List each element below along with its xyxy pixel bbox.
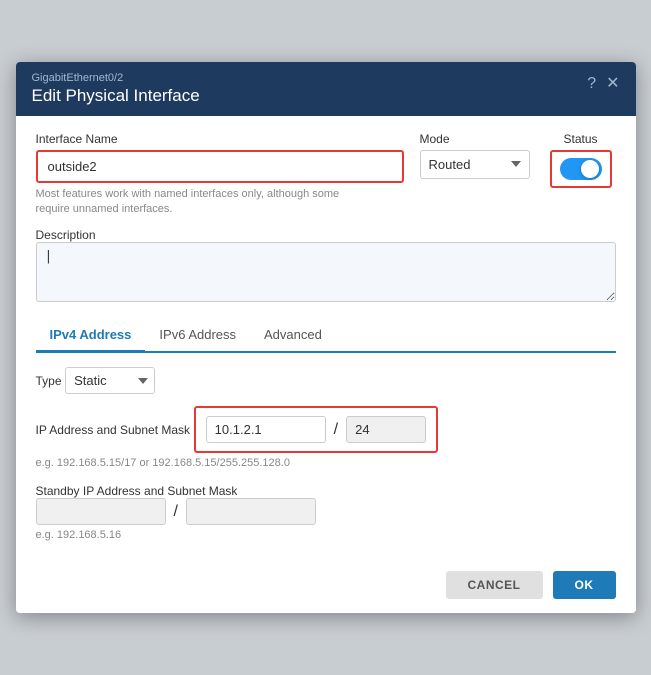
tab-content: Type Static DHCP PPPoE IP Address and Su… (36, 353, 616, 541)
cancel-button[interactable]: CANCEL (446, 571, 543, 599)
edit-physical-interface-dialog: GigabitEthernet0/2 Edit Physical Interfa… (16, 62, 636, 614)
type-label: Type (36, 374, 62, 388)
status-label: Status (563, 132, 597, 146)
description-label: Description (36, 228, 96, 242)
ip-address-section: IP Address and Subnet Mask / e.g. 192.16… (36, 406, 616, 469)
interface-name-hint: Most features work with named interfaces… (36, 187, 356, 218)
top-row: Interface Name Most features work with n… (36, 132, 616, 218)
tab-ipv4-address[interactable]: IPv4 Address (36, 319, 146, 353)
ip-hint: e.g. 192.168.5.15/17 or 192.168.5.15/255… (36, 457, 616, 469)
interface-name-group: Interface Name Most features work with n… (36, 132, 404, 218)
ok-button[interactable]: OK (553, 571, 616, 599)
mode-group: Mode Routed Passive Inline Tap Inline Pa… (420, 132, 530, 179)
ip-address-input[interactable] (206, 416, 326, 443)
tab-advanced[interactable]: Advanced (250, 319, 336, 353)
ip-fields-box: / (194, 406, 438, 453)
interface-name-input[interactable] (38, 152, 402, 181)
mode-label: Mode (420, 132, 530, 146)
tabs-section: IPv4 Address IPv6 Address Advanced (36, 319, 616, 353)
standby-hint: e.g. 192.168.5.16 (36, 529, 616, 541)
dialog-header-icons: ? ✕ (587, 76, 619, 92)
toggle-slider (560, 158, 602, 180)
ip-address-label: IP Address and Subnet Mask (36, 423, 191, 437)
standby-label: Standby IP Address and Subnet Mask (36, 484, 238, 498)
interface-name-label: Interface Name (36, 132, 404, 146)
dialog-title: Edit Physical Interface (32, 86, 200, 106)
type-select[interactable]: Static DHCP PPPoE (65, 367, 155, 394)
tab-ipv6-address[interactable]: IPv6 Address (145, 319, 250, 353)
interface-name-box (36, 150, 404, 183)
status-box (550, 150, 612, 188)
standby-ip-input[interactable] (36, 498, 166, 525)
standby-fields: / (36, 498, 616, 525)
dialog-header-text: GigabitEthernet0/2 Edit Physical Interfa… (32, 72, 200, 106)
description-section: Description | (36, 227, 616, 305)
subnet-mask-input[interactable] (346, 416, 426, 443)
mode-select[interactable]: Routed Passive Inline Tap Inline Pair (420, 150, 530, 179)
standby-section: Standby IP Address and Subnet Mask / e.g… (36, 483, 616, 541)
standby-subnet-input[interactable] (186, 498, 316, 525)
ip-slash: / (334, 421, 338, 439)
standby-slash: / (174, 503, 178, 521)
dialog-body: Interface Name Most features work with n… (16, 116, 636, 542)
dialog-subtitle: GigabitEthernet0/2 (32, 72, 200, 84)
dialog-header: GigabitEthernet0/2 Edit Physical Interfa… (16, 62, 636, 116)
help-icon[interactable]: ? (587, 76, 596, 92)
type-section: Type Static DHCP PPPoE (36, 367, 616, 394)
status-toggle[interactable] (560, 158, 602, 180)
description-textarea[interactable]: | (36, 242, 616, 302)
close-icon[interactable]: ✕ (606, 76, 619, 92)
dialog-footer: CANCEL OK (16, 557, 636, 613)
status-group: Status (546, 132, 616, 188)
